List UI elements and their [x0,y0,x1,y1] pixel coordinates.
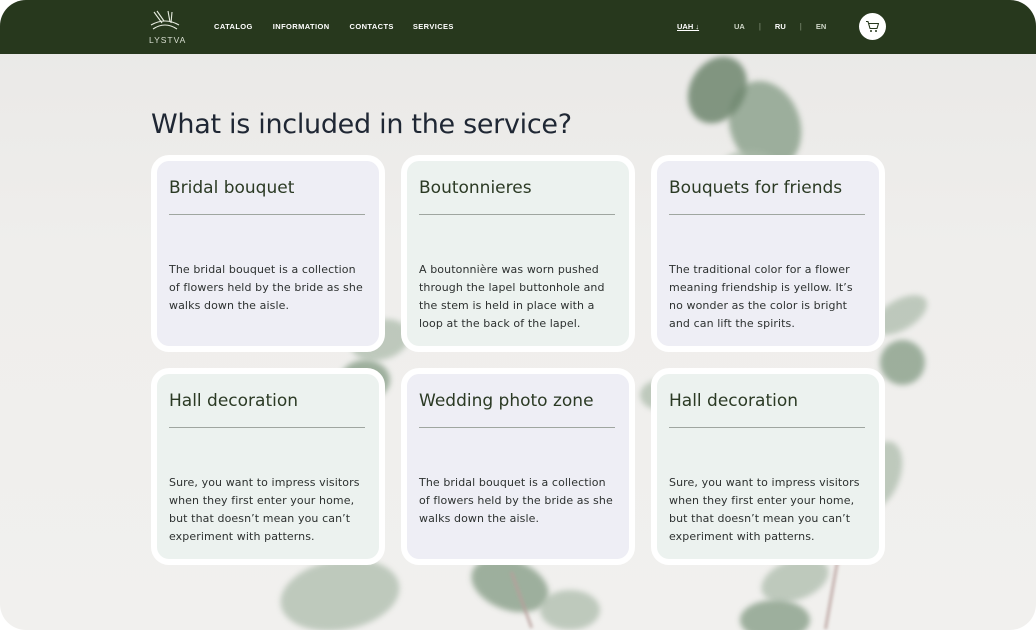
card-text: The traditional color for a flower meani… [669,263,853,330]
card-divider [419,427,615,428]
card-divider [169,427,365,428]
card-divider [419,214,615,215]
service-card-boutonnieres[interactable]: Boutonnieres A boutonnière was worn push… [401,155,635,352]
nav-contacts[interactable]: CONTACTS [350,22,394,31]
language-switcher: UA | RU | EN [734,22,826,31]
service-card-hall-decoration[interactable]: Hall decoration Sure, you want to impres… [151,368,385,565]
service-card-wedding-photo-zone[interactable]: Wedding photo zone The bridal bouquet is… [401,368,635,565]
lang-ru[interactable]: RU [775,22,786,31]
card-title: Bouquets for friends [669,178,843,198]
card-text: Sure, you want to impress visitors when … [169,476,360,543]
nav-services[interactable]: SERVICES [413,22,454,31]
card-text: The bridal bouquet is a collection of fl… [169,263,363,312]
card-text: The bridal bouquet is a collection of fl… [419,476,613,525]
page-frame: LYSTVA CATALOG INFORMATION CONTACTS SERV… [0,0,1036,630]
lang-separator: | [758,22,761,31]
nav-catalog[interactable]: CATALOG [214,22,253,31]
service-card-bridal-bouquet[interactable]: Bridal bouquet The bridal bouquet is a c… [151,155,385,352]
section-title: What is included in the service? [151,109,572,140]
lang-separator: | [799,22,802,31]
card-divider [669,427,865,428]
card-text: A boutonnière was worn pushed through th… [419,263,605,330]
card-divider [169,214,365,215]
card-title: Hall decoration [169,391,299,411]
card-title: Hall decoration [669,391,799,411]
cart-button[interactable] [859,13,886,40]
cart-icon [866,20,880,32]
lang-en[interactable]: EN [816,22,826,31]
service-card-hall-decoration-2[interactable]: Hall decoration Sure, you want to impres… [651,368,885,565]
top-navigation-bar: LYSTVA CATALOG INFORMATION CONTACTS SERV… [0,0,1036,54]
nav-information[interactable]: INFORMATION [273,22,330,31]
card-title: Bridal bouquet [169,178,295,198]
card-text: Sure, you want to impress visitors when … [669,476,860,543]
logo-text: LYSTVA [149,35,187,45]
logo-mark-icon [150,10,180,30]
main-nav: CATALOG INFORMATION CONTACTS SERVICES [214,22,454,31]
service-card-bouquets-for-friends[interactable]: Bouquets for friends The traditional col… [651,155,885,352]
lang-ua[interactable]: UA [734,22,745,31]
currency-selector[interactable]: UAH ↓ [677,22,699,31]
card-title: Boutonnieres [419,178,532,198]
card-divider [669,214,865,215]
card-title: Wedding photo zone [419,391,594,411]
